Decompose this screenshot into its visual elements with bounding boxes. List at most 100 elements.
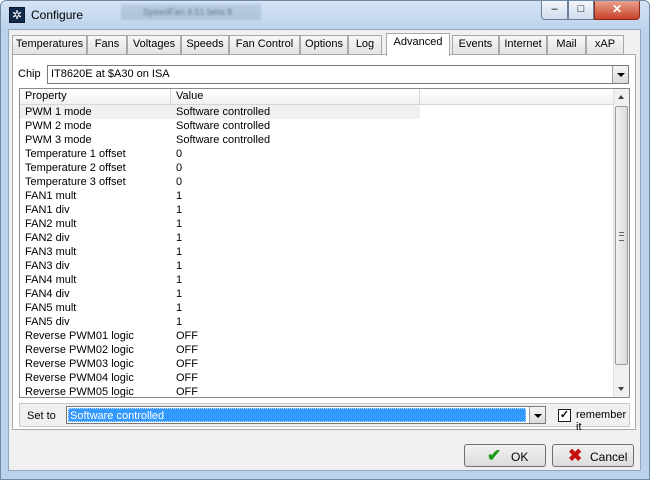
table-row[interactable]: FAN4 div 1	[20, 287, 618, 301]
remember-it-checkbox[interactable]: ✓	[558, 409, 571, 422]
cancel-button-label: Cancel	[590, 450, 628, 464]
chevron-down-icon[interactable]	[612, 66, 628, 83]
property-name-cell: FAN2 div	[25, 232, 70, 244]
table-row[interactable]: Reverse PWM04 logic OFF	[20, 371, 618, 385]
table-row[interactable]: PWM 2 mode Software controlled	[20, 119, 618, 133]
column-header-property[interactable]: Property	[20, 89, 171, 104]
property-name-cell: Reverse PWM03 logic	[25, 358, 134, 370]
table-row[interactable]: Temperature 1 offset 0	[20, 147, 618, 161]
chip-label: Chip	[18, 68, 41, 80]
property-value-cell: 1	[176, 302, 183, 314]
ok-button-label: OK	[511, 450, 529, 464]
table-row[interactable]: FAN3 mult 1	[20, 245, 618, 259]
property-name-cell: PWM 1 mode	[25, 106, 92, 118]
property-value-cell: OFF	[176, 330, 198, 342]
property-name-cell: FAN1 mult	[25, 190, 77, 202]
cancel-button[interactable]: ✖ Cancel	[552, 444, 634, 467]
tab-voltages[interactable]: Voltages	[127, 35, 181, 54]
property-value-cell: OFF	[176, 344, 198, 356]
tab-log[interactable]: Log	[348, 35, 382, 54]
property-value-cell: 1	[176, 218, 183, 230]
property-value-cell: 0	[176, 162, 183, 174]
property-name-cell: Reverse PWM02 logic	[25, 344, 134, 356]
property-name-cell: Reverse PWM04 logic	[25, 372, 134, 384]
table-row[interactable]: Temperature 3 offset 0	[20, 175, 618, 189]
set-to-select[interactable]: Software controlled	[66, 406, 546, 424]
table-row[interactable]: Temperature 2 offset 0	[20, 161, 618, 175]
chip-select[interactable]: IT8620E at $A30 on ISA	[47, 65, 629, 84]
tab-fan-control[interactable]: Fan Control	[229, 35, 300, 54]
property-list[interactable]: Property Value PWM 1 mode Software contro…	[19, 88, 630, 398]
remember-it-label[interactable]: remember it	[576, 409, 629, 433]
property-value-cell: Software controlled	[176, 120, 271, 132]
property-name-cell: FAN1 div	[25, 204, 70, 216]
tab-options[interactable]: Options	[300, 35, 348, 54]
property-name-cell: FAN3 div	[25, 260, 70, 272]
property-name-cell: FAN5 div	[25, 316, 70, 328]
maximize-button[interactable]: □	[568, 1, 594, 20]
property-value-cell: OFF	[176, 386, 198, 398]
close-button[interactable]: ✕	[594, 1, 640, 20]
tab-speeds[interactable]: Speeds	[181, 35, 229, 54]
table-row[interactable]: FAN5 mult 1	[20, 301, 618, 315]
scroll-down-arrow-icon[interactable]	[614, 381, 629, 397]
table-row[interactable]: FAN2 div 1	[20, 231, 618, 245]
table-row[interactable]: Reverse PWM05 logic OFF	[20, 385, 618, 398]
tab-advanced[interactable]: Advanced	[386, 33, 450, 56]
property-value-cell: 1	[176, 232, 183, 244]
property-value-cell: 1	[176, 288, 183, 300]
minimize-button[interactable]: –	[541, 1, 568, 20]
property-value-cell: 0	[176, 176, 183, 188]
table-row[interactable]: PWM 1 mode Software controlled	[20, 105, 420, 119]
property-value-cell: OFF	[176, 372, 198, 384]
tab-fans[interactable]: Fans	[87, 35, 127, 54]
cross-icon: ✖	[568, 446, 583, 465]
checkmark-icon: ✔	[487, 446, 502, 465]
property-name-cell: PWM 2 mode	[25, 120, 92, 132]
property-value-cell: 0	[176, 148, 183, 160]
table-row[interactable]: FAN1 mult 1	[20, 189, 618, 203]
list-header: Property Value	[20, 89, 618, 105]
property-name-cell: FAN5 mult	[25, 302, 77, 314]
grip-icon	[619, 232, 624, 241]
property-name-cell: Reverse PWM05 logic	[25, 386, 134, 398]
tab-temperatures[interactable]: Temperatures	[12, 35, 87, 54]
property-value-cell: 1	[176, 204, 183, 216]
scrollbar-thumb[interactable]	[615, 106, 628, 365]
table-row[interactable]: PWM 3 mode Software controlled	[20, 133, 618, 147]
property-name-cell: Reverse PWM01 logic	[25, 330, 134, 342]
property-value-cell: Software controlled	[176, 106, 271, 118]
property-value-cell: 1	[176, 260, 183, 272]
scroll-up-arrow-icon[interactable]	[614, 89, 629, 105]
app-fan-icon[interactable]: ✲	[9, 7, 25, 23]
tab-xap[interactable]: xAP	[586, 35, 624, 54]
table-row[interactable]: Reverse PWM03 logic OFF	[20, 357, 618, 371]
property-name-cell: Temperature 2 offset	[25, 162, 126, 174]
property-name-cell: FAN4 div	[25, 288, 70, 300]
table-row[interactable]: FAN4 mult 1	[20, 273, 618, 287]
ok-button[interactable]: ✔ OK	[464, 444, 546, 467]
title-bar[interactable]: ✲ Configure SpeedFan 4.51 beta 8 – □ ✕	[1, 1, 649, 29]
property-name-cell: FAN4 mult	[25, 274, 77, 286]
tab-internet[interactable]: Internet	[499, 35, 547, 54]
table-row[interactable]: FAN1 div 1	[20, 203, 618, 217]
set-to-label: Set to	[27, 410, 56, 422]
property-name-cell: Temperature 1 offset	[25, 148, 126, 160]
set-to-value: Software controlled	[68, 408, 526, 422]
table-row[interactable]: Reverse PWM02 logic OFF	[20, 343, 618, 357]
tab-mail[interactable]: Mail	[547, 35, 586, 54]
property-value-cell: 1	[176, 190, 183, 202]
table-row[interactable]: FAN3 div 1	[20, 259, 618, 273]
property-value-cell: 1	[176, 274, 183, 286]
column-header-value[interactable]: Value	[171, 89, 420, 104]
background-window-title: SpeedFan 4.51 beta 8	[121, 4, 261, 20]
property-value-cell: 1	[176, 246, 183, 258]
vertical-scrollbar[interactable]	[613, 89, 629, 397]
table-row[interactable]: FAN2 mult 1	[20, 217, 618, 231]
property-rows: PWM 1 mode Software controlled PWM 2 mode S…	[20, 105, 618, 398]
table-row[interactable]: FAN5 div 1	[20, 315, 618, 329]
chevron-down-icon[interactable]	[529, 407, 545, 423]
table-row[interactable]: Reverse PWM01 logic OFF	[20, 329, 618, 343]
tab-events[interactable]: Events	[452, 35, 499, 54]
configure-window: ✲ Configure SpeedFan 4.51 beta 8 – □ ✕ T…	[0, 0, 650, 480]
